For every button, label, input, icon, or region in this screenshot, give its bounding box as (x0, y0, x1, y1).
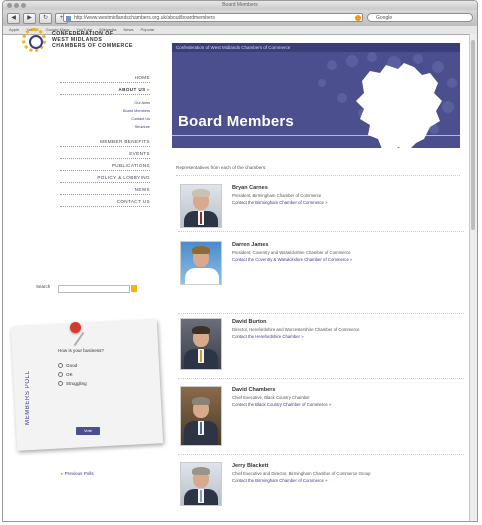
member-contact-link[interactable]: Contact the Birmingham Chamber of Commer… (232, 200, 328, 205)
member-photo (180, 184, 222, 228)
vote-button[interactable]: Vote (76, 427, 100, 435)
member-name: David Chambers (232, 387, 276, 393)
browser-toolbar: ◀ ▶ ↻ + http://www.westmidlandschambers.… (3, 10, 477, 26)
nav-divider (60, 206, 150, 207)
window-title: Board Members (222, 2, 258, 8)
reload-button[interactable]: ↻ (39, 12, 52, 24)
window-controls[interactable] (7, 3, 26, 8)
subnav-item-contact-us[interactable]: Contact Us (60, 115, 150, 123)
poll-option[interactable]: Struggling (58, 379, 154, 388)
nav-item-policy[interactable]: POLICY & LOBBYING (60, 175, 150, 181)
nav-item-news[interactable]: NEWS (60, 187, 150, 193)
subnav-item-structure[interactable]: Structure (60, 123, 150, 131)
member-role: President, Birmingham Chamber of Commerc… (232, 193, 322, 198)
nav-item-label: ABOUT US (118, 87, 146, 92)
close-icon[interactable] (7, 3, 12, 8)
member-card: Darren James President, Coventry and War… (178, 241, 468, 314)
previous-polls-label: Previous Polls (64, 471, 94, 476)
logo-line: CHAMBERS OF COMMERCE (52, 43, 133, 49)
scrollbar-thumb[interactable] (471, 40, 475, 230)
member-card: David Chambers Chief Executive, Black Co… (178, 386, 468, 455)
nav-divider (60, 82, 150, 83)
logo-icon (22, 28, 46, 52)
nav-divider (60, 158, 150, 159)
arrow-right-icon: ▸ (147, 87, 150, 92)
nav-divider (60, 94, 150, 95)
member-divider (178, 231, 464, 232)
member-role: Chief Executive, Black Country Chamber (232, 395, 310, 400)
member-photo (180, 386, 222, 446)
member-contact-link[interactable]: Contact the Coventry & Warwickshire Cham… (232, 257, 352, 262)
search-go-button[interactable] (131, 285, 137, 292)
member-role: Chief Executive and Director, Birmingham… (232, 471, 371, 476)
nav-item-contact-us[interactable]: CONTACT US (60, 199, 150, 205)
member-divider (178, 313, 464, 314)
window-titlebar: Board Members (3, 1, 477, 10)
nav-item-about-us[interactable]: ABOUT US ▸ (60, 87, 150, 93)
nav-item-publications[interactable]: PUBLICATIONS (60, 163, 150, 169)
subnav-item-our-aims[interactable]: Our Aims (60, 99, 150, 107)
banner-rule (172, 135, 460, 136)
browser-search-field[interactable]: Google (367, 13, 473, 22)
member-role: President, Coventry and Warwickshire Cha… (232, 250, 351, 255)
member-photo (180, 241, 222, 285)
member-card: Bryan Carnes President, Birmingham Chamb… (178, 184, 468, 234)
site-favicon-icon (66, 16, 71, 21)
member-card: David Burton Director, Herefordshire and… (178, 318, 468, 379)
minimize-icon[interactable] (14, 3, 19, 8)
site-logo[interactable]: CONFEDERATION OF WEST MIDLANDS CHAMBERS … (22, 28, 152, 64)
poll-option[interactable]: Good (58, 361, 154, 370)
zoom-icon[interactable] (21, 3, 26, 8)
member-contact-link[interactable]: Contact the Birmingham Chamber of Commer… (232, 478, 328, 483)
nav-item-events[interactable]: EVENTS (60, 151, 150, 157)
search-input[interactable] (58, 285, 130, 293)
bookmark-item[interactable]: Apple (9, 26, 19, 34)
member-divider (178, 378, 464, 379)
member-photo (180, 318, 222, 370)
site-search: Search (36, 284, 140, 294)
member-role: Director, Herefordshire and Worcestershi… (232, 327, 360, 332)
subnav-item-board-members[interactable]: Board Members (60, 107, 150, 115)
member-name: David Burton (232, 319, 267, 325)
member-name: Jerry Blackett (232, 463, 269, 469)
address-bar[interactable]: http://www.westmidlandschambers.org.uk/a… (63, 13, 363, 22)
section-divider (176, 175, 460, 176)
poll-question: How is your business? (58, 348, 104, 353)
member-contact-link[interactable]: Contact the Black Country Chamber of Com… (232, 402, 331, 407)
member-photo (180, 462, 222, 506)
nav-item-member-benefits[interactable]: MEMBER BENEFITS (60, 139, 150, 145)
member-divider (178, 454, 464, 455)
nav-item-home[interactable]: HOME (60, 75, 150, 81)
nav-divider (60, 170, 150, 171)
arrow-right-icon: ▸ (61, 471, 64, 476)
poll-option[interactable]: OK (58, 370, 154, 379)
vertical-scrollbar[interactable] (469, 34, 477, 521)
search-label: Search (36, 284, 51, 289)
poll-side-title: MEMBERS POLL (25, 370, 31, 425)
page-banner: Confederation of West Midlands Chambers … (172, 43, 460, 148)
intro-text: Representatives from each of the chamber… (176, 165, 267, 170)
member-name: Darren James (232, 242, 269, 248)
url-text: http://www.westmidlandschambers.org.uk/a… (74, 15, 215, 21)
previous-polls-link[interactable]: ▸ Previous Polls (61, 471, 94, 477)
forward-button[interactable]: ▶ (23, 12, 36, 24)
rss-icon[interactable] (355, 15, 361, 21)
west-midlands-map-icon (356, 63, 442, 148)
member-name: Bryan Carnes (232, 185, 268, 191)
sidebar-nav: HOME ABOUT US ▸ Our Aims Board Members C… (60, 75, 150, 211)
member-card: Jerry Blackett Chief Executive and Direc… (178, 462, 468, 512)
page-title: Board Members (178, 113, 294, 130)
nav-divider (60, 194, 150, 195)
nav-divider (60, 182, 150, 183)
back-button[interactable]: ◀ (7, 12, 20, 24)
pushpin-icon (70, 322, 81, 333)
logo-text: CONFEDERATION OF WEST MIDLANDS CHAMBERS … (52, 31, 133, 49)
search-placeholder: Google (376, 15, 393, 21)
poll-form: How is your business? Good OK Struggling (58, 348, 154, 388)
nav-divider (60, 146, 150, 147)
member-contact-link[interactable]: Contact the Herefordshire Chamber » (232, 334, 304, 339)
